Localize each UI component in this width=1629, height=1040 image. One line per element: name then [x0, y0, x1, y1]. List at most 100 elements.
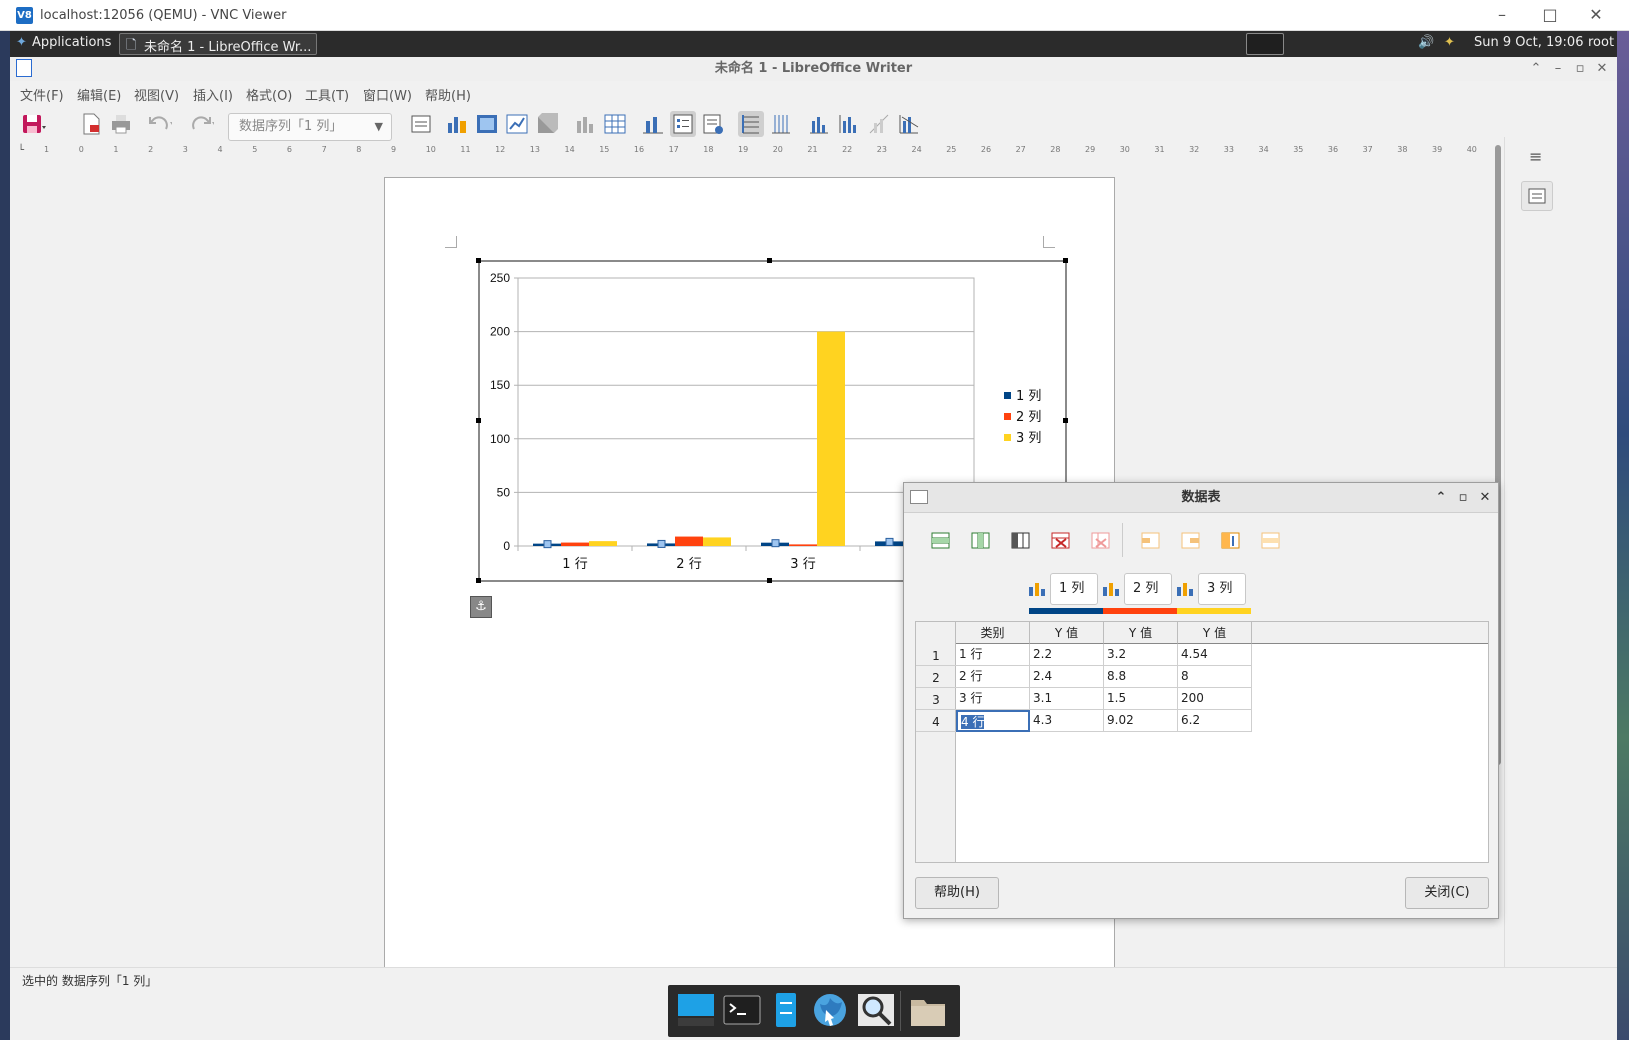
horizontal-grid-toggle[interactable]	[738, 111, 764, 137]
table-cell[interactable]: 4.54	[1178, 644, 1252, 666]
y-axis-icon[interactable]	[836, 111, 862, 137]
user-name[interactable]: root	[1588, 35, 1614, 50]
legend-toggle[interactable]	[670, 111, 696, 137]
dialog-shade-icon[interactable]: ⌃	[1432, 483, 1450, 513]
series-name-field-1[interactable]: 1 列	[1050, 573, 1098, 605]
selection-handle[interactable]	[476, 258, 481, 263]
insert-row-icon[interactable]	[930, 530, 952, 552]
series-name-field-3[interactable]: 3 列	[1198, 573, 1246, 605]
terminal-icon[interactable]	[722, 990, 762, 1030]
menu-view[interactable]: 视图(V)	[134, 85, 179, 104]
file-manager-icon[interactable]	[766, 990, 806, 1030]
table-cell[interactable]: 1.5	[1104, 688, 1178, 710]
table-cell[interactable]: 3 行	[956, 688, 1030, 710]
taskbar-item-writer[interactable]: 🗋 未命名 1 - LibreOffice Wr...	[119, 33, 317, 55]
menu-tools[interactable]: 工具(T)	[305, 85, 349, 104]
move-row-down-icon[interactable]	[1260, 530, 1282, 552]
close-icon[interactable]: ✕	[1586, 5, 1606, 25]
window-close-icon[interactable]: ✕	[1592, 57, 1612, 81]
column-header-category[interactable]: 类别	[956, 622, 1030, 644]
undo-icon[interactable]	[146, 111, 172, 137]
save-icon[interactable]	[20, 111, 46, 137]
selection-handle[interactable]	[767, 258, 772, 263]
vertical-grid-icon[interactable]	[768, 111, 794, 137]
window-maximize-icon[interactable]: ▫	[1570, 57, 1590, 81]
row-number[interactable]: 4	[916, 710, 956, 732]
3d-view-icon[interactable]	[534, 111, 560, 137]
clock[interactable]: Sun 9 Oct, 19:06	[1474, 35, 1583, 50]
insert-series-icon[interactable]	[970, 530, 992, 552]
move-series-right-icon[interactable]	[1180, 530, 1202, 552]
tab-stop-icon[interactable]: └	[18, 145, 24, 156]
selection-handle[interactable]	[1063, 258, 1068, 263]
show-desktop-icon[interactable]	[676, 990, 716, 1030]
table-cell[interactable]: 3.1	[1030, 688, 1104, 710]
selection-handle[interactable]	[476, 578, 481, 583]
move-row-up-icon[interactable]	[1220, 530, 1242, 552]
workspace-switcher[interactable]	[1246, 33, 1284, 55]
export-pdf-icon[interactable]	[78, 111, 104, 137]
redo-icon[interactable]	[188, 111, 214, 137]
window-minimize-icon[interactable]: –	[1548, 57, 1568, 81]
x-axis-icon[interactable]	[806, 111, 832, 137]
applications-menu[interactable]: Applications	[32, 35, 111, 50]
data-grid[interactable]: 类别 Y 值 Y 值 Y 值 1 1 行 2.2 3.2 4.54 2 2 行 …	[915, 621, 1489, 863]
all-axes-icon[interactable]	[896, 111, 922, 137]
sidebar-menu-icon[interactable]: ≡	[1529, 147, 1542, 166]
column-header-y1[interactable]: Y 值	[1030, 622, 1104, 644]
menu-window[interactable]: 窗口(W)	[363, 85, 412, 104]
chart-element-select[interactable]: 数据序列「1 列」 ▼	[228, 113, 392, 141]
table-cell[interactable]: 6.2	[1178, 710, 1252, 732]
table-cell[interactable]: 9.02	[1104, 710, 1178, 732]
table-cell[interactable]: 4.3	[1030, 710, 1104, 732]
insert-text-column-icon[interactable]	[1010, 530, 1032, 552]
table-cell[interactable]: 2 行	[956, 666, 1030, 688]
web-browser-icon[interactable]	[810, 990, 850, 1030]
table-cell[interactable]: 1 行	[956, 644, 1030, 666]
table-cell[interactable]: 200	[1178, 688, 1252, 710]
menu-help[interactable]: 帮助(H)	[425, 85, 471, 104]
z-axis-icon[interactable]	[866, 111, 892, 137]
series-name-field-2[interactable]: 2 列	[1124, 573, 1172, 605]
delete-series-icon[interactable]	[1090, 530, 1112, 552]
data-table-icon[interactable]	[602, 111, 628, 137]
anchor-icon[interactable]: ⚓	[470, 596, 492, 618]
legend-on-off-icon[interactable]	[700, 111, 726, 137]
help-button[interactable]: 帮助(H)	[915, 877, 999, 909]
maximize-icon[interactable]: □	[1540, 5, 1560, 25]
chart-type-icon[interactable]	[444, 111, 470, 137]
table-cell-selected[interactable]: 4 行	[956, 710, 1030, 732]
selection-handle[interactable]	[1063, 418, 1068, 423]
table-cell[interactable]: 2.2	[1030, 644, 1104, 666]
close-button[interactable]: 关闭(C)	[1405, 877, 1489, 909]
applications-menu-icon[interactable]: ✦	[16, 35, 27, 50]
print-icon[interactable]	[108, 111, 134, 137]
menu-insert[interactable]: 插入(I)	[193, 85, 233, 104]
move-series-left-icon[interactable]	[1140, 530, 1162, 552]
format-selection-icon[interactable]	[408, 111, 434, 137]
window-shade-icon[interactable]: ⌃	[1526, 57, 1546, 81]
properties-deck-button[interactable]	[1521, 181, 1553, 211]
chart-area-icon[interactable]	[504, 111, 530, 137]
minimize-icon[interactable]: –	[1492, 5, 1512, 25]
column-header-y2[interactable]: Y 值	[1104, 622, 1178, 644]
menu-file[interactable]: 文件(F)	[20, 85, 64, 104]
volume-icon[interactable]: 🔊	[1418, 35, 1434, 50]
selection-handle[interactable]	[476, 418, 481, 423]
row-number[interactable]: 1	[916, 644, 956, 666]
folder-icon[interactable]	[908, 990, 948, 1030]
dialog-close-icon[interactable]: ✕	[1476, 483, 1494, 513]
menu-edit[interactable]: 编辑(E)	[77, 85, 121, 104]
chart-wall-icon[interactable]	[474, 111, 500, 137]
menu-format[interactable]: 格式(O)	[246, 85, 292, 104]
table-cell[interactable]: 8.8	[1104, 666, 1178, 688]
search-icon[interactable]	[856, 990, 896, 1030]
column-header-y3[interactable]: Y 值	[1178, 622, 1252, 644]
row-number[interactable]: 2	[916, 666, 956, 688]
horizontal-grids-icon[interactable]	[640, 111, 666, 137]
dialog-maximize-icon[interactable]: ▫	[1454, 483, 1472, 513]
chart-column-icon[interactable]	[572, 111, 598, 137]
row-number[interactable]: 3	[916, 688, 956, 710]
table-cell[interactable]: 8	[1178, 666, 1252, 688]
network-icon[interactable]: ✦	[1444, 35, 1455, 50]
